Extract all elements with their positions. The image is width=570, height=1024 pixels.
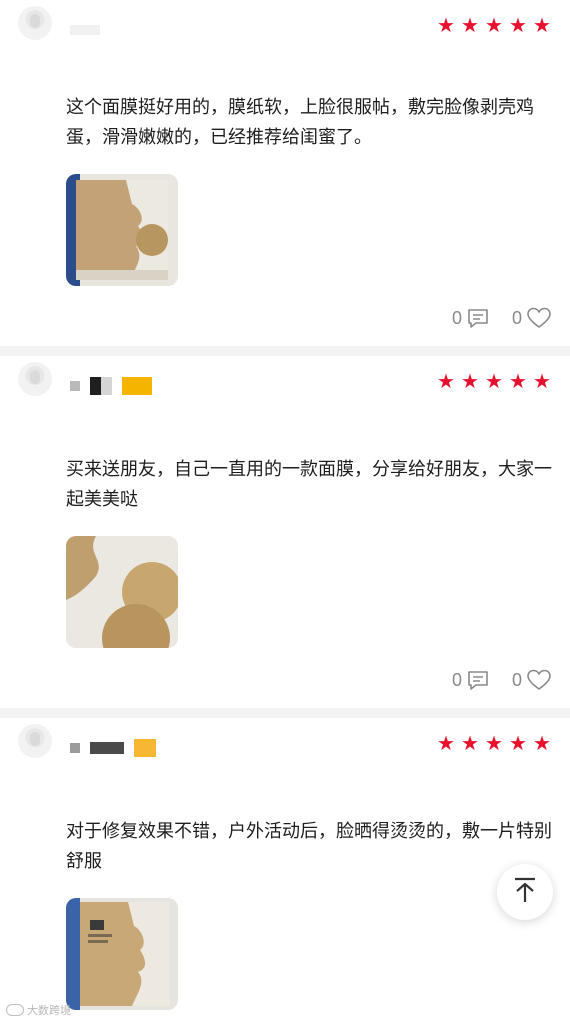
- like-count: 0: [511, 307, 522, 328]
- comment-count: 0: [451, 307, 462, 328]
- review-actions: 0 0: [452, 306, 552, 330]
- review-item: ★ ★ ★ ★ ★ 对于修复效果不错，户外活动后，脸晒得烫烫的，敷一片特别舒服: [0, 718, 570, 1024]
- star-icon: ★: [437, 369, 455, 393]
- like-count: 0: [511, 669, 522, 690]
- watermark-logo: [6, 1004, 24, 1016]
- review-photo[interactable]: [66, 536, 178, 648]
- like-button[interactable]: 0: [512, 306, 552, 330]
- review-text: 这个面膜挺好用的，膜纸软，上脸很服帖，敷完脸像剥壳鸡蛋，滑滑嫩嫩的，已经推荐给闺…: [66, 97, 534, 148]
- divider: [0, 708, 570, 718]
- star-rating: ★ ★ ★ ★ ★: [437, 369, 552, 393]
- review-text: 对于修复效果不错，户外活动后，脸晒得烫烫的，敷一片特别舒服: [66, 821, 552, 872]
- star-icon: ★: [437, 731, 455, 755]
- avatar[interactable]: [18, 6, 52, 40]
- star-rating: ★ ★ ★ ★ ★: [437, 731, 552, 755]
- heart-icon: [526, 306, 552, 330]
- avatar[interactable]: [18, 362, 52, 396]
- star-icon: ★: [533, 369, 551, 393]
- back-to-top-button[interactable]: [497, 864, 553, 920]
- heart-icon: [526, 668, 552, 692]
- star-icon: ★: [485, 13, 503, 37]
- review-photo[interactable]: [66, 898, 178, 1010]
- star-icon: ★: [461, 13, 479, 37]
- review-photo[interactable]: [66, 174, 178, 286]
- star-icon: ★: [437, 13, 455, 37]
- divider: [0, 346, 570, 356]
- user-nickname-blurred: [70, 376, 152, 396]
- comment-icon: [466, 669, 490, 691]
- arrow-up-icon: [512, 876, 538, 908]
- comment-icon: [466, 307, 490, 329]
- star-icon: ★: [533, 731, 551, 755]
- star-icon: ★: [485, 731, 503, 755]
- like-button[interactable]: 0: [512, 668, 552, 692]
- review-actions: 0 0: [452, 668, 552, 692]
- comment-button[interactable]: 0: [452, 307, 490, 329]
- review-item: ★ ★ ★ ★ ★ 买来送朋友，自己一直用的一款面膜，分享给好朋友，大家一起美美…: [0, 356, 570, 701]
- watermark-text: 大数跨境: [27, 1004, 71, 1017]
- user-nickname-blurred: [70, 20, 100, 40]
- star-rating: ★ ★ ★ ★ ★: [437, 13, 552, 37]
- avatar[interactable]: [18, 724, 52, 758]
- user-nickname-blurred: [70, 738, 156, 758]
- star-icon: ★: [509, 13, 527, 37]
- star-icon: ★: [509, 731, 527, 755]
- review-item: ★ ★ ★ ★ ★ 这个面膜挺好用的，膜纸软，上脸很服帖，敷完脸像剥壳鸡蛋，滑滑…: [0, 0, 570, 345]
- star-icon: ★: [485, 369, 503, 393]
- review-text: 买来送朋友，自己一直用的一款面膜，分享给好朋友，大家一起美美哒: [66, 459, 552, 510]
- star-icon: ★: [461, 731, 479, 755]
- star-icon: ★: [461, 369, 479, 393]
- comment-button[interactable]: 0: [452, 669, 490, 691]
- comment-count: 0: [451, 669, 462, 690]
- star-icon: ★: [533, 13, 551, 37]
- star-icon: ★: [509, 369, 527, 393]
- watermark: 大数跨境: [6, 1002, 71, 1018]
